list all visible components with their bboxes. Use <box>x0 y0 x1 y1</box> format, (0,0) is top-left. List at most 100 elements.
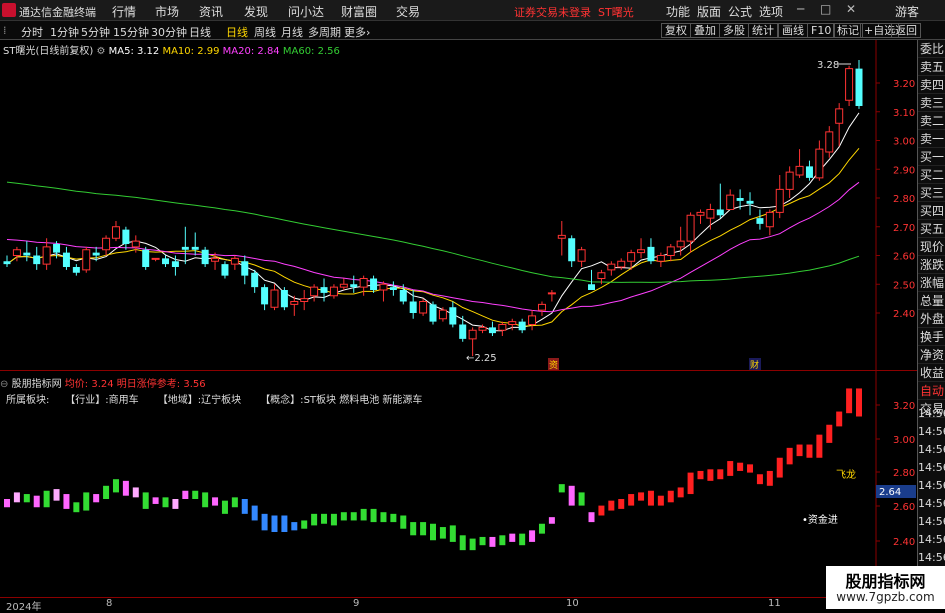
side-tab-15[interactable]: 外盘 <box>918 310 945 328</box>
side-tab-10[interactable]: 买五 <box>918 220 945 238</box>
menu-trade[interactable]: 交易 <box>396 3 420 20</box>
button-back[interactable]: 返回 <box>891 23 921 38</box>
indicator-bar <box>499 535 506 546</box>
ma20-label: MA20: 2.84 <box>223 46 280 57</box>
side-tab-9[interactable]: 买四 <box>918 202 945 220</box>
side-tab-1[interactable]: 卖五 <box>918 58 945 76</box>
button-multi-stock[interactable]: 多股 <box>719 23 749 38</box>
minimize-icon[interactable]: ─ <box>797 2 804 16</box>
button-draw-line[interactable]: 画线 <box>778 23 808 38</box>
indicator-bar <box>370 508 377 523</box>
side-tab-7[interactable]: 买二 <box>918 166 945 184</box>
indicator-collapse-icon[interactable]: ⊖ <box>0 379 8 390</box>
period-60min[interactable]: 日线 <box>189 24 211 40</box>
period-intraday[interactable]: 分时 <box>21 24 43 40</box>
candle-body-up <box>42 246 51 265</box>
indicator-bar <box>241 499 248 514</box>
period-multi[interactable]: 多周期 <box>308 24 341 40</box>
restore-icon[interactable]: □ <box>820 2 831 16</box>
candlestick <box>270 284 279 311</box>
indicator-bar <box>112 479 119 493</box>
candle-body-down <box>449 307 457 325</box>
side-tab-3[interactable]: 卖三 <box>918 94 945 112</box>
close-icon[interactable]: ✕ <box>846 2 856 16</box>
candle-body-up <box>498 324 507 331</box>
settings-gear-icon[interactable]: ⚙ <box>96 46 105 57</box>
period-monthly[interactable]: 月线 <box>281 24 303 40</box>
side-tab-6[interactable]: 买一 <box>918 148 945 166</box>
side-tab-8[interactable]: 买三 <box>918 184 945 202</box>
candle-body-down <box>746 200 754 204</box>
candle-body-down <box>805 166 813 178</box>
menu-layout[interactable]: 版面 <box>697 3 721 20</box>
indicator-bar <box>806 444 813 458</box>
button-fuquan[interactable]: 复权 <box>661 23 691 38</box>
candle-body-down <box>429 304 437 322</box>
indicator-bar <box>350 512 357 521</box>
indicator-bar <box>73 502 80 513</box>
app-title: 通达信金融终端 <box>19 6 96 19</box>
side-tab-11[interactable]: 现价 <box>918 238 945 256</box>
side-tab-12[interactable]: 涨跌 <box>918 256 945 274</box>
candle-body-up <box>131 240 140 248</box>
menu-formula[interactable]: 公式 <box>728 3 752 20</box>
candle-body-down <box>320 287 328 293</box>
candlestick <box>449 301 457 328</box>
period-more[interactable]: 更多› <box>344 24 370 40</box>
ma60-value: 2.56 <box>317 46 340 57</box>
button-statistics[interactable]: 统计 <box>748 23 778 38</box>
menu-bar: 通达信金融终端 行情 市场 资讯 发现 问小达 财富圈 交易 证券交易未登录 S… <box>0 0 945 21</box>
side-tab-17[interactable]: 净资 <box>918 346 945 364</box>
ma10-label-text: MA10: <box>162 46 195 57</box>
candle-body-up <box>775 188 784 213</box>
side-tab-5[interactable]: 卖一 <box>918 130 945 148</box>
button-mark[interactable]: 标记 <box>833 23 863 38</box>
side-tab-16[interactable]: 换手 <box>918 328 945 346</box>
candle-body-up <box>151 257 160 260</box>
indicator-bar <box>776 457 783 478</box>
menu-discover[interactable]: 发现 <box>244 3 268 20</box>
button-overlay[interactable]: 叠加 <box>690 23 720 38</box>
menu-ask-xiaoda[interactable]: 问小达 <box>288 3 324 20</box>
kline-chart[interactable]: 3.20 3.10 3.00 2.90 2.80 2.70 2.60 2.50 2.40 3.2… <box>0 40 945 371</box>
menu-functions[interactable]: 功能 <box>666 3 690 20</box>
indicator-bar <box>142 492 149 509</box>
watermark-title: 股朋指标网 <box>845 572 926 591</box>
period-1min[interactable]: 1分钟 <box>50 24 79 40</box>
indicator-bar <box>479 536 486 546</box>
side-tab-13[interactable]: 涨幅 <box>918 274 945 292</box>
annotation-flying-dragon: 飞龙 <box>836 468 856 481</box>
side-tab-14[interactable]: 总量 <box>918 292 945 310</box>
menu-options[interactable]: 选项 <box>759 3 783 20</box>
period-30min[interactable]: 30分钟 <box>151 24 187 40</box>
candle-body-up <box>310 286 319 297</box>
menu-market[interactable]: 市场 <box>155 3 179 20</box>
period-5min[interactable]: 5分钟 <box>81 24 110 40</box>
candlestick <box>696 209 705 224</box>
period-daily[interactable]: 日线 <box>226 24 248 40</box>
indicator-bar <box>657 495 664 506</box>
indicator-bar <box>558 484 565 493</box>
sector-info: ⊖ 股朋指标网 均价: 3.24 明日涨停参考: 3.56 所属板块: 【行业】… <box>0 379 422 406</box>
indicator-tick-label: 2.60 <box>893 502 915 513</box>
menu-quotes[interactable]: 行情 <box>112 3 136 20</box>
candlestick <box>191 232 199 256</box>
guest-user[interactable]: 游客 <box>895 3 919 20</box>
side-tab-4[interactable]: 卖二 <box>918 112 945 130</box>
side-tab-0[interactable]: 委比 <box>918 40 945 58</box>
candlestick <box>142 246 150 270</box>
candlestick <box>251 269 259 293</box>
xaxis-label-aug: 8 <box>106 598 113 609</box>
menu-news[interactable]: 资讯 <box>199 3 223 20</box>
candlestick <box>339 278 348 290</box>
period-weekly[interactable]: 周线 <box>254 24 276 40</box>
indicator-bar <box>231 497 238 508</box>
side-tab-2[interactable]: 卖四 <box>918 76 945 94</box>
button-f10[interactable]: F10 <box>807 23 836 38</box>
menu-wealth-circle[interactable]: 财富圈 <box>341 3 377 20</box>
candlestick <box>785 166 794 198</box>
candlestick <box>845 65 854 106</box>
period-15min[interactable]: 15分钟 <box>113 24 149 40</box>
region-label: 【地域】: <box>157 395 202 406</box>
current-price-label: 2.64 <box>879 487 901 498</box>
